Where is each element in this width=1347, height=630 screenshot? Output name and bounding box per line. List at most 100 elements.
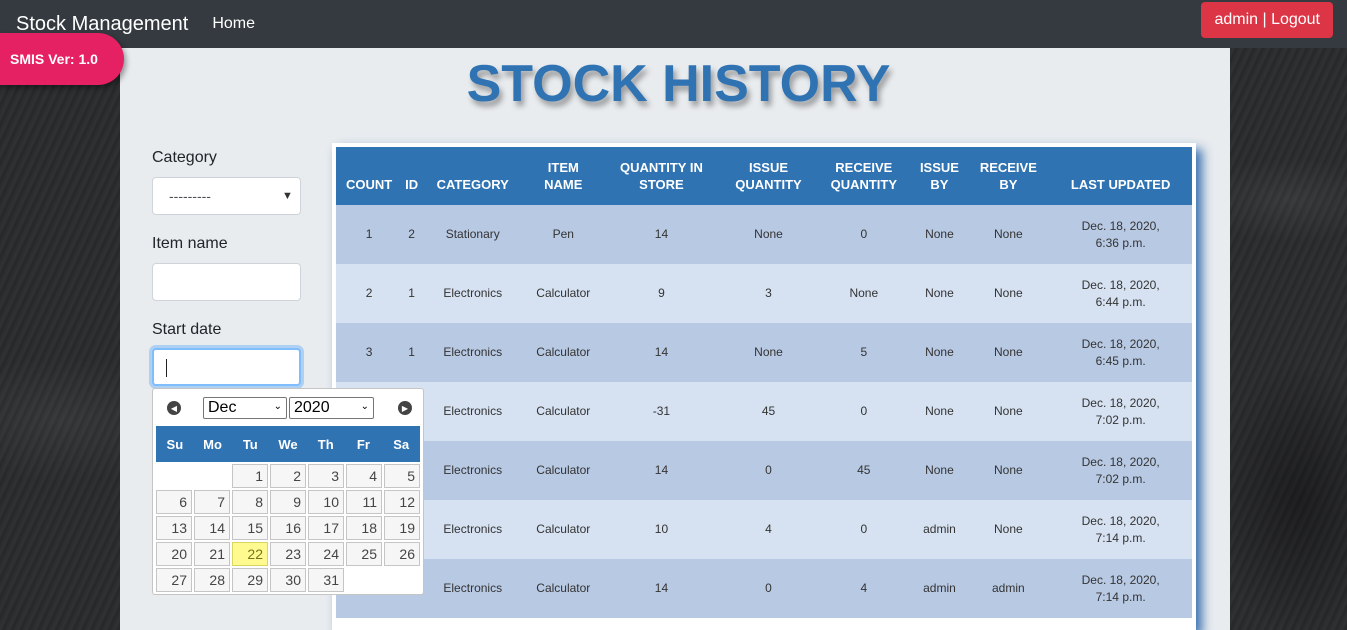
table-row: 3 1 Electronics Calculator 14 None 5 None None De… — [336, 323, 1192, 382]
table-row: 1ElectronicsCalculator14045NoneNoneDec. … — [336, 441, 1192, 500]
calendar-day[interactable]: 10 — [308, 490, 344, 514]
weekday-label: Tu — [242, 436, 258, 452]
nav-home-link[interactable]: Home — [212, 15, 255, 33]
calendar-day[interactable]: 17 — [308, 516, 344, 540]
calendar-day[interactable]: 15 — [232, 516, 268, 540]
table-cell: 0 — [816, 382, 912, 441]
column-header-text: STORE — [639, 177, 684, 192]
table-row: 1ElectronicsCalculator-31450NoneNoneDec.… — [336, 382, 1192, 441]
stock-history-table-container: COUNT ID CATEGORY ITEM NAME QUANTITY IN STORE I… — [332, 143, 1196, 630]
calendar-day[interactable]: 16 — [270, 516, 306, 540]
table-cell: 0 — [720, 559, 817, 618]
table-cell: 1 — [402, 323, 421, 382]
category-select[interactable]: --------- ▼ — [152, 177, 301, 215]
table-cell: None — [911, 323, 968, 382]
datepicker: ◀ Dec ⌄ 2020 ⌄ ▶ Su Mo Tu We Th Fr Sa 12345678… — [152, 388, 424, 595]
calendar-day[interactable]: 30 — [270, 568, 306, 592]
column-header-text: CATEGORY — [436, 177, 509, 192]
calendar-day[interactable]: 7 — [194, 490, 230, 514]
table-cell: admin — [911, 500, 968, 559]
calendar-day[interactable]: 29 — [232, 568, 268, 592]
calendar-day[interactable]: 28 — [194, 568, 230, 592]
weekday-label: We — [278, 436, 298, 452]
table-row: 1 2 Stationary Pen 14 None 0 None None Dec. 18, 2… — [336, 205, 1192, 264]
table-cell: Dec. 18, 2020, 6:36 p.m. — [1049, 205, 1192, 264]
table-cell: Dec. 18, 2020, 7:14 p.m. — [1049, 500, 1192, 559]
table-cell: Electronics — [420, 559, 525, 618]
column-header-text: NAME — [544, 177, 583, 192]
column-header-text: ITEM — [547, 160, 579, 175]
table-cell: Electronics — [420, 382, 525, 441]
column-header: CATEGORY — [420, 147, 525, 205]
calendar-day[interactable]: 26 — [384, 542, 420, 566]
table-cell: 3 — [336, 323, 403, 382]
table-cell: Calculator — [524, 500, 603, 559]
calendar-day[interactable]: 6 — [156, 490, 192, 514]
table-row: 1ElectronicsCalculator1040adminNoneDec. … — [336, 500, 1192, 559]
table-cell: Calculator — [524, 382, 603, 441]
column-header: COUNT — [336, 147, 403, 205]
table-cell: Dec. 18, 2020, 6:45 p.m. — [1049, 323, 1192, 382]
page-title: STOCK HISTORY — [466, 55, 891, 113]
calendar-day[interactable]: 8 — [232, 490, 268, 514]
calendar-day[interactable]: 20 — [156, 542, 192, 566]
table-cell: 0 — [816, 205, 912, 264]
year-select[interactable]: 2020 ⌄ — [289, 397, 374, 419]
calendar-day[interactable]: 31 — [308, 568, 344, 592]
prev-month-icon[interactable]: ◀ — [167, 401, 181, 415]
table-cell: None — [720, 323, 817, 382]
logout-button[interactable]: admin | Logout — [1201, 2, 1333, 38]
calendar-day[interactable]: 1 — [232, 464, 268, 488]
table-cell: Electronics — [420, 323, 525, 382]
calendar-day[interactable]: 3 — [308, 464, 344, 488]
table-cell: 4 — [816, 559, 912, 618]
table-body: 1 2 Stationary Pen 14 None 0 None None Dec. 18, 2… — [336, 205, 1192, 618]
column-header: RECEIVE BY — [967, 147, 1050, 205]
month-select[interactable]: Dec ⌄ — [203, 397, 287, 419]
column-header-text: QUANTITY — [735, 177, 802, 192]
calendar-day[interactable]: 13 — [156, 516, 192, 540]
calendar-day[interactable]: 21 — [194, 542, 230, 566]
item-name-input[interactable] — [152, 263, 301, 301]
column-header-text: QUANTITY IN — [620, 160, 703, 175]
table-cell: None — [967, 500, 1050, 559]
column-header-text: ISSUE — [748, 160, 788, 175]
chevron-down-icon: ⌄ — [273, 401, 282, 412]
calendar-day[interactable]: 9 — [270, 490, 306, 514]
text-cursor — [166, 359, 167, 377]
column-header-text: QUANTITY — [830, 177, 898, 192]
weekday-label: Th — [317, 436, 334, 452]
table-cell: Calculator — [524, 441, 603, 500]
calendar-day[interactable]: 25 — [346, 542, 382, 566]
table-cell: None — [911, 264, 968, 323]
table-cell: Dec. 18, 2020, 7:02 p.m. — [1049, 441, 1192, 500]
next-month-icon[interactable]: ▶ — [398, 401, 412, 415]
column-header-text: ISSUE — [919, 160, 959, 175]
table-cell: admin — [911, 559, 968, 618]
calendar-day-today[interactable]: 22 — [232, 542, 268, 566]
calendar-day[interactable]: 24 — [308, 542, 344, 566]
calendar-day[interactable]: 18 — [346, 516, 382, 540]
table-cell: Electronics — [420, 264, 525, 323]
calendar-day[interactable]: 4 — [346, 464, 382, 488]
table-cell: Electronics — [420, 500, 525, 559]
calendar-day[interactable]: 14 — [194, 516, 230, 540]
calendar-day[interactable]: 2 — [270, 464, 306, 488]
column-header-text: BY — [930, 177, 949, 192]
calendar-day[interactable]: 19 — [384, 516, 420, 540]
table-cell: None — [967, 441, 1050, 500]
table-cell: 14 — [602, 205, 721, 264]
calendar-day[interactable]: 12 — [384, 490, 420, 514]
calendar-day[interactable]: 23 — [270, 542, 306, 566]
calendar-day[interactable]: 11 — [346, 490, 382, 514]
table-cell: 3 — [720, 264, 817, 323]
table-cell: 10 — [602, 500, 721, 559]
calendar-day[interactable]: 5 — [384, 464, 420, 488]
table-cell: -31 — [602, 382, 721, 441]
table-cell: 1 — [336, 205, 403, 264]
table-cell: Dec. 18, 2020, 7:02 p.m. — [1049, 382, 1192, 441]
table-cell: None — [967, 264, 1050, 323]
calendar-day[interactable]: 27 — [156, 568, 192, 592]
table-cell: 14 — [602, 559, 721, 618]
start-date-input[interactable] — [152, 348, 301, 386]
